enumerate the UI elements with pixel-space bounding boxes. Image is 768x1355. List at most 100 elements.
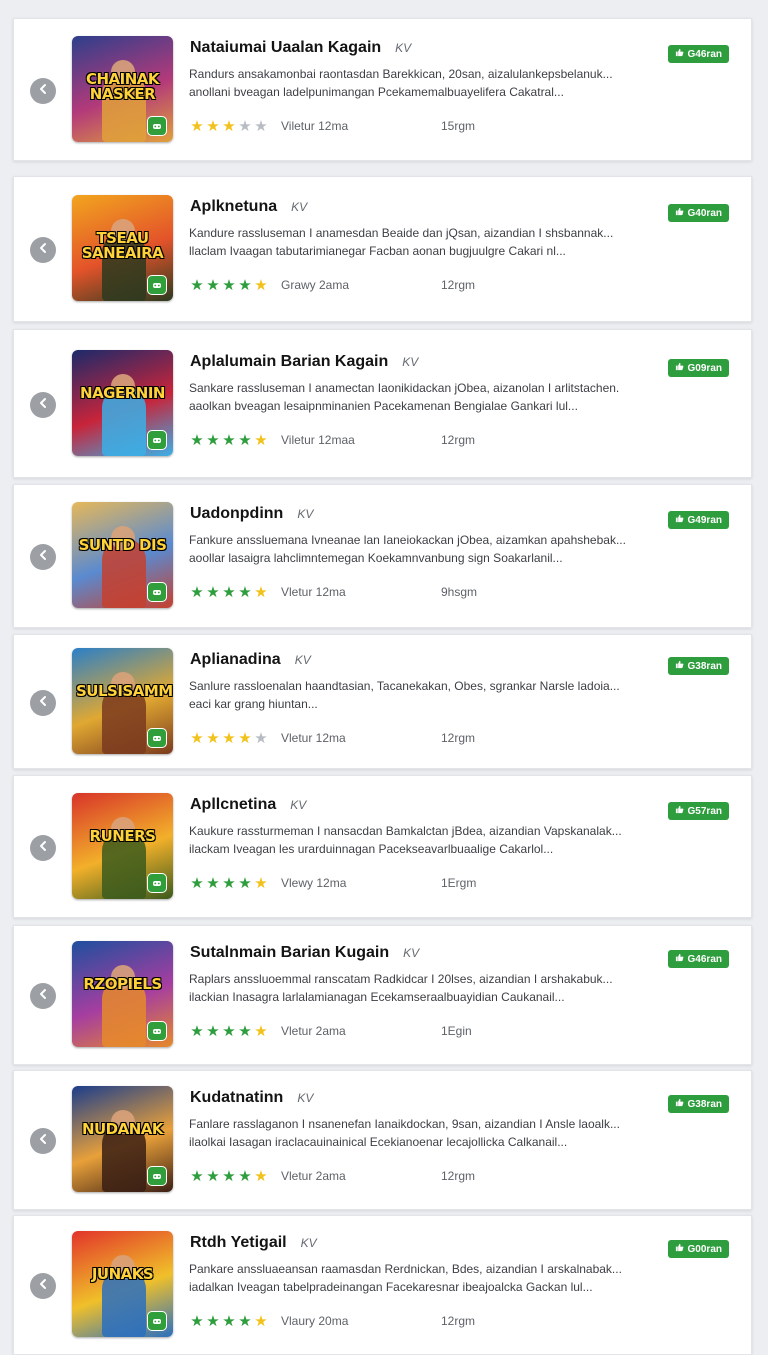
back-button[interactable]: [30, 1128, 56, 1154]
star-icon: ★: [254, 1022, 268, 1040]
star-icon: ★: [254, 276, 268, 294]
app-thumbnail[interactable]: RZOPIELS: [72, 941, 173, 1047]
star-icon: ★: [254, 431, 268, 449]
app-list-item[interactable]: JUNAKS Rtdh Yetigail KV Pankare anssluaeans…: [13, 1215, 752, 1355]
star-icon: ★: [206, 729, 220, 747]
app-title[interactable]: Kudatnatinn KV: [190, 1089, 313, 1107]
star-rating: ★ ★ ★ ★ ★: [189, 876, 273, 891]
app-list-item[interactable]: CHAINAK NASKER Nataiumai Uaalan Kagain KV R…: [13, 18, 752, 161]
description-line: anollani bveagan ladelpunimangan Pcekame…: [189, 85, 564, 99]
star-icon: ★: [238, 1167, 252, 1185]
description-line: eaci kar grang hiuntan...: [189, 697, 318, 711]
app-thumbnail[interactable]: JUNAKS: [72, 1231, 173, 1337]
app-tag: KV: [294, 653, 311, 667]
thumbnail-logo-text: RUNERS: [89, 827, 156, 846]
rating-row: ★ ★ ★ ★ ★ Vletur 2ama 12rgm: [189, 1168, 475, 1184]
app-thumbnail[interactable]: NAGERNIN: [72, 350, 173, 456]
price-button[interactable]: G57ran: [667, 802, 729, 820]
back-button[interactable]: [30, 237, 56, 263]
thumbnail-logo-text: RZOPIELS: [83, 975, 162, 994]
app-list-item[interactable]: NAGERNIN Aplalumain Barian Kagain KV Sankar…: [13, 329, 752, 478]
app-title[interactable]: Sutalnmain Barian Kugain KV: [190, 944, 419, 962]
star-icon: ★: [206, 431, 220, 449]
price-button[interactable]: G40ran: [667, 204, 729, 222]
app-thumbnail[interactable]: RUNERS: [72, 793, 173, 899]
thumbs-up-icon: [675, 207, 684, 219]
gamepad-icon: [147, 1311, 167, 1331]
app-list-item[interactable]: NUDANAK Kudatnatinn KV Fanlare rasslaganon …: [13, 1070, 752, 1210]
back-button[interactable]: [30, 391, 56, 418]
app-meta: 12rgm: [441, 278, 476, 292]
app-title[interactable]: Uadonpdinn KV: [190, 505, 313, 523]
app-thumbnail[interactable]: CHAINAK NASKER: [72, 36, 173, 142]
chevron-left-icon: [37, 548, 49, 566]
star-icon: ★: [190, 1022, 204, 1040]
app-title[interactable]: Aplknetuna KV: [190, 198, 307, 216]
star-icon: ★: [190, 276, 204, 294]
back-button[interactable]: [30, 689, 56, 716]
app-list-item[interactable]: SULSISAMM Aplianadina KV Sanlure rassloenal…: [13, 634, 752, 769]
price-button[interactable]: G38ran: [667, 657, 729, 675]
app-thumbnail[interactable]: SULSISAMM: [72, 648, 173, 754]
app-title[interactable]: Aplalumain Barian Kagain KV: [190, 353, 418, 371]
app-tag: KV: [395, 41, 412, 55]
star-rating: ★ ★ ★ ★ ★: [189, 1024, 273, 1039]
app-list-item[interactable]: SUNTD DIS Uadonpdinn KV Fankure anssluemana…: [13, 484, 752, 628]
gamepad-icon: [147, 1166, 167, 1186]
price-button[interactable]: G38ran: [667, 1095, 729, 1113]
back-button[interactable]: [30, 834, 56, 861]
gamepad-icon: [147, 430, 167, 450]
app-title[interactable]: Aplianadina KV: [190, 651, 311, 669]
app-thumbnail[interactable]: TSEAU SANEAIRA: [72, 195, 173, 301]
description-line: Kaukure rassturmeman I nansacdan Bamkalc…: [189, 824, 622, 838]
app-title[interactable]: Apllcnetina KV: [190, 796, 306, 814]
app-title[interactable]: Rtdh Yetigail KV: [190, 1234, 317, 1252]
app-description: Randurs ansakamonbai raontasdan Barekkic…: [189, 65, 655, 101]
price-button[interactable]: G46ran: [667, 45, 729, 63]
star-rating: ★ ★ ★ ★ ★: [189, 1314, 273, 1329]
star-icon: ★: [190, 1167, 204, 1185]
app-tag: KV: [297, 1091, 314, 1105]
back-button[interactable]: [30, 77, 56, 104]
chevron-left-icon: [37, 396, 49, 414]
star-icon: ★: [222, 117, 236, 135]
star-icon: ★: [238, 1022, 252, 1040]
price-button[interactable]: G49ran: [667, 511, 729, 529]
thumbs-up-icon: [675, 805, 684, 817]
star-icon: ★: [238, 729, 252, 747]
app-title-text: Sutalnmain Barian Kugain: [190, 944, 390, 961]
app-thumbnail[interactable]: SUNTD DIS: [72, 502, 173, 608]
rating-row: ★ ★ ★ ★ ★ Vletur 12ma 12rgm: [189, 730, 475, 746]
price-button[interactable]: G09ran: [667, 359, 729, 377]
rating-label: Grawy 2ama: [281, 278, 350, 292]
rating-row: ★ ★ ★ ★ ★ Viletur 12ma 15rgm: [189, 118, 475, 134]
chevron-left-icon: [37, 694, 49, 712]
star-icon: ★: [238, 874, 252, 892]
app-title-text: Apllcnetina: [190, 796, 277, 813]
app-list-item[interactable]: RUNERS Apllcnetina KV Kaukure rassturmeman …: [13, 775, 752, 918]
back-button[interactable]: [30, 1273, 56, 1299]
price-button[interactable]: G46ran: [667, 950, 729, 968]
back-button[interactable]: [30, 544, 56, 570]
app-title[interactable]: Nataiumai Uaalan Kagain KV: [190, 39, 411, 57]
app-tag: KV: [290, 798, 307, 812]
thumbnail-logo-text: JUNAKS: [91, 1265, 154, 1284]
app-thumbnail[interactable]: NUDANAK: [72, 1086, 173, 1192]
star-icon: ★: [206, 1022, 220, 1040]
price-label: G38ran: [687, 1098, 722, 1110]
thumbnail-logo-text: NUDANAK: [81, 1120, 164, 1139]
app-list-item[interactable]: RZOPIELS Sutalnmain Barian Kugain KV Raplar…: [13, 925, 752, 1065]
app-description: Fanlare rasslaganon I nsanenefan Ianaikd…: [189, 1115, 655, 1151]
star-icon: ★: [222, 1167, 236, 1185]
price-label: G57ran: [687, 805, 722, 817]
chevron-left-icon: [37, 987, 49, 1005]
app-list-item[interactable]: TSEAU SANEAIRA Aplknetuna KV Kandure rasslu…: [13, 176, 752, 322]
description-line: Fanlare rasslaganon I nsanenefan Ianaikd…: [189, 1117, 620, 1131]
rating-label: Viletur 12maa: [281, 433, 355, 447]
star-icon: ★: [254, 117, 268, 135]
price-label: G46ran: [687, 48, 722, 60]
star-icon: ★: [238, 583, 252, 601]
back-button[interactable]: [30, 983, 56, 1009]
price-button[interactable]: G00ran: [667, 1240, 729, 1258]
app-meta: 1Ergm: [441, 876, 477, 890]
